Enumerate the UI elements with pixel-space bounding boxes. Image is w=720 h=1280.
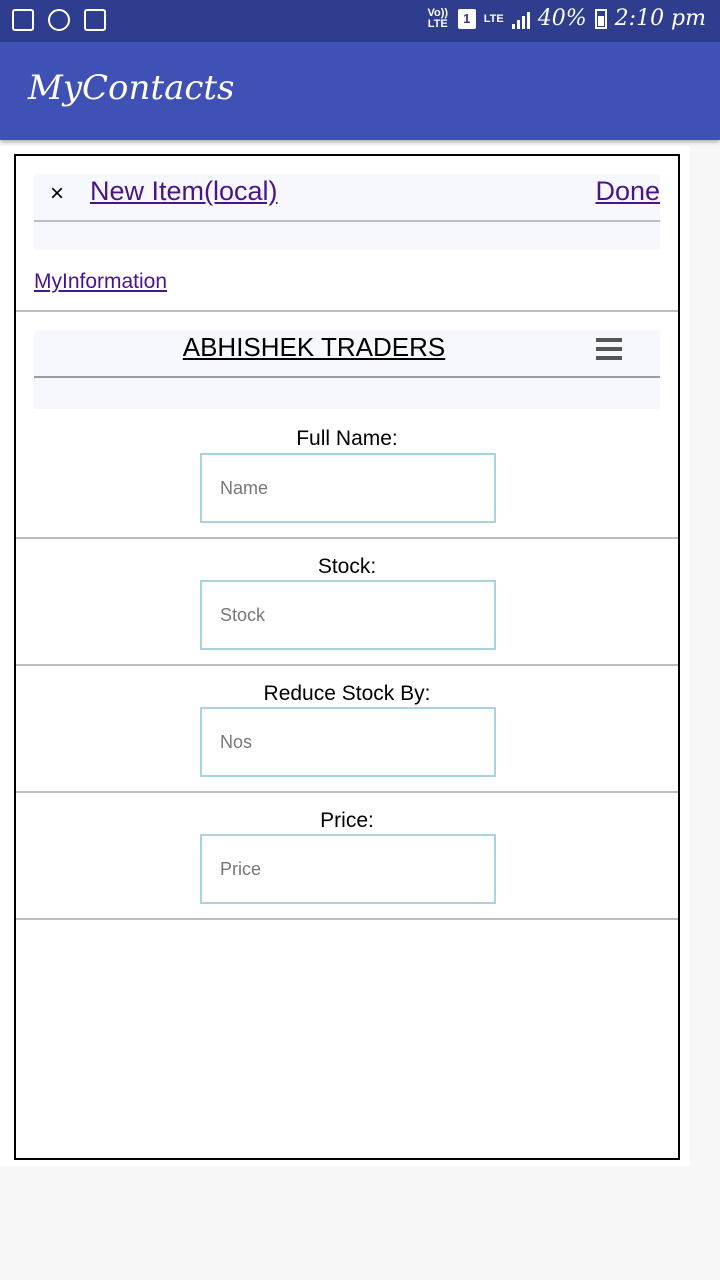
company-header: ABHISHEK TRADERS bbox=[34, 330, 660, 378]
sync-icon bbox=[48, 9, 70, 31]
signal-icon bbox=[511, 9, 530, 29]
divider bbox=[16, 791, 678, 793]
done-button[interactable]: Done bbox=[595, 176, 660, 207]
stock-label: Stock: bbox=[317, 555, 377, 578]
app-bar: MyContacts bbox=[0, 42, 720, 140]
battery-icon bbox=[594, 8, 607, 29]
volte-indicator: Vo)) LTE bbox=[427, 6, 449, 30]
divider bbox=[16, 918, 678, 920]
close-icon[interactable]: × bbox=[50, 180, 64, 208]
price-input[interactable] bbox=[200, 834, 496, 904]
app-title: MyContacts bbox=[28, 68, 235, 108]
full-name-label: Full Name: bbox=[296, 427, 398, 450]
divider bbox=[16, 664, 678, 666]
divider bbox=[16, 310, 678, 312]
status-bar: Vo)) LTE 1 LTE 40% 2:10 pm bbox=[0, 0, 720, 42]
divider bbox=[16, 537, 678, 539]
sim-indicator: 1 bbox=[457, 8, 476, 29]
form-frame: × New Item(local) Done MyInformation ABH… bbox=[14, 154, 680, 1160]
price-label: Price: bbox=[320, 809, 374, 832]
hamburger-menu-icon[interactable] bbox=[596, 338, 622, 360]
form-header: × New Item(local) Done bbox=[34, 174, 660, 222]
full-name-input[interactable] bbox=[200, 453, 496, 523]
form-title-link[interactable]: New Item(local) bbox=[90, 176, 278, 207]
lte-indicator: LTE bbox=[483, 12, 504, 25]
clock: 2:10 pm bbox=[614, 6, 706, 31]
my-information-link[interactable]: MyInformation bbox=[34, 270, 167, 294]
company-strip bbox=[34, 378, 660, 409]
stock-input[interactable] bbox=[200, 580, 496, 650]
reduce-stock-input[interactable] bbox=[200, 707, 496, 777]
image-icon bbox=[12, 9, 34, 31]
company-name[interactable]: ABHISHEK TRADERS bbox=[34, 332, 594, 363]
voicemail-icon bbox=[84, 9, 106, 31]
content-sheet: × New Item(local) Done MyInformation ABH… bbox=[0, 146, 690, 1166]
header-strip bbox=[34, 222, 660, 250]
reduce-stock-label: Reduce Stock By: bbox=[263, 682, 431, 705]
battery-percent: 40% bbox=[537, 6, 587, 31]
